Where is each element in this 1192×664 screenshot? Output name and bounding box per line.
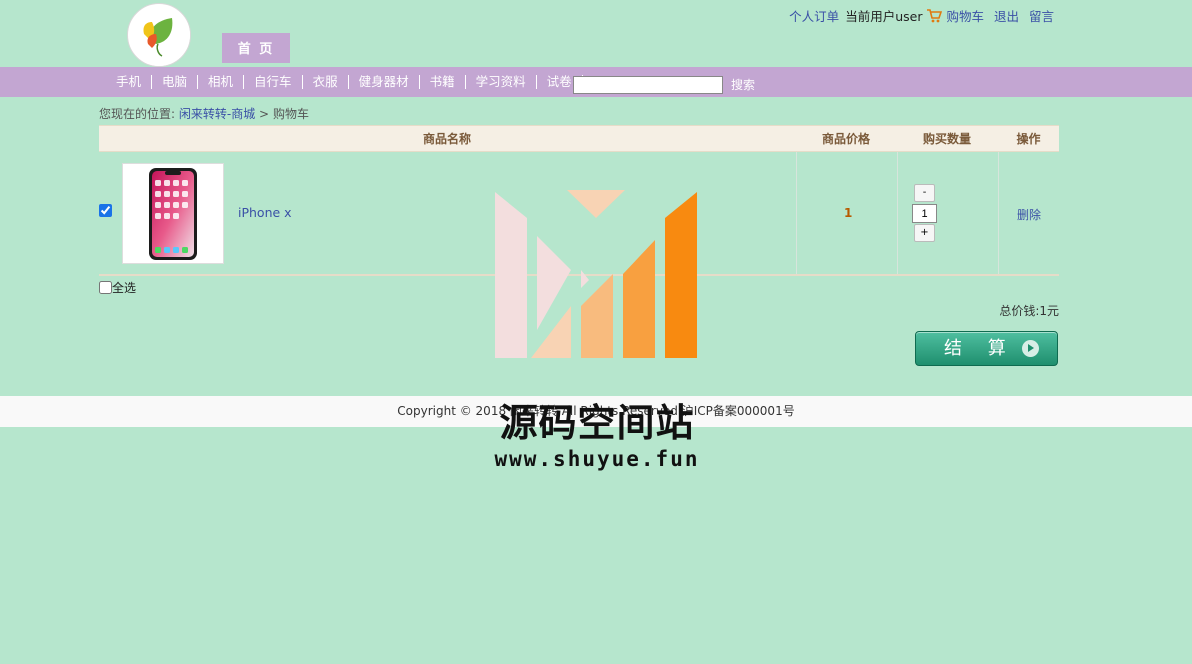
nav-item-bicycle[interactable]: 自行车 xyxy=(244,75,303,89)
delete-item-link[interactable]: 删除 xyxy=(1017,206,1041,223)
nav-item-study[interactable]: 学习资料 xyxy=(466,75,537,89)
cart-icon[interactable] xyxy=(926,8,943,23)
watermark-logo-icon xyxy=(495,190,697,358)
logout-link[interactable]: 退出 xyxy=(994,6,1019,25)
category-nav-bar: 手机 电脑 相机 自行车 衣服 健身器材 书籍 学习资料 试卷 搜索 xyxy=(0,67,1192,97)
header-price: 商品价格 xyxy=(821,132,870,146)
row-select-checkbox[interactable] xyxy=(99,204,112,217)
nav-item-clothes[interactable]: 衣服 xyxy=(303,75,349,89)
column-divider xyxy=(897,152,898,274)
top-user-links: 个人订单 当前用户user 购物车 退出 留言 xyxy=(789,6,1054,25)
select-all-checkbox[interactable] xyxy=(99,281,112,294)
breadcrumb: 您现在的位置: 闲来转转-商城 > 购物车 xyxy=(99,105,309,122)
nav-item-phone[interactable]: 手机 xyxy=(106,75,153,89)
orders-link[interactable]: 个人订单 xyxy=(789,6,839,25)
total-price: 总价钱:1元 xyxy=(999,304,1059,318)
nav-item-camera[interactable]: 相机 xyxy=(198,75,245,89)
quantity-input[interactable] xyxy=(912,204,937,223)
nav-item-books[interactable]: 书籍 xyxy=(420,75,466,89)
header-product-name: 商品名称 xyxy=(422,132,471,146)
breadcrumb-link-mall[interactable]: 闲来转转-商城 xyxy=(179,107,255,121)
header-action: 操作 xyxy=(1016,132,1041,146)
checkout-button[interactable]: 结 算 xyxy=(915,331,1058,366)
header-quantity: 购买数量 xyxy=(922,132,971,146)
watermark-url: www.shuyue.fun xyxy=(494,447,700,471)
category-list: 手机 电脑 相机 自行车 衣服 健身器材 书籍 学习资料 试卷 xyxy=(106,67,583,97)
select-all[interactable]: 全选 xyxy=(99,279,136,296)
column-divider xyxy=(998,152,999,274)
leaf-logo-icon xyxy=(129,5,190,66)
site-logo[interactable] xyxy=(127,3,191,67)
search-input[interactable] xyxy=(573,76,723,94)
column-divider xyxy=(796,152,797,274)
nav-item-computer[interactable]: 电脑 xyxy=(152,75,199,89)
tab-home[interactable]: 首 页 xyxy=(222,33,290,63)
phone-image-icon xyxy=(149,168,197,260)
product-price: 1 xyxy=(844,206,853,220)
quantity-decrease-button[interactable]: - xyxy=(914,184,935,202)
product-thumbnail[interactable] xyxy=(122,163,224,264)
search-button[interactable]: 搜索 xyxy=(731,77,755,93)
breadcrumb-separator: > xyxy=(259,107,270,121)
message-link[interactable]: 留言 xyxy=(1029,6,1054,25)
select-all-label: 全选 xyxy=(112,281,137,295)
breadcrumb-prefix: 您现在的位置: xyxy=(99,107,176,121)
breadcrumb-current: 购物车 xyxy=(272,107,309,121)
nav-item-fitness[interactable]: 健身器材 xyxy=(349,75,420,89)
product-name-link[interactable]: iPhone x xyxy=(238,205,292,220)
current-user-label: 当前用户user xyxy=(845,9,923,24)
cart-table-header: 商品名称 商品价格 购买数量 操作 xyxy=(99,125,1059,152)
play-arrow-icon xyxy=(1022,340,1039,357)
watermark-title: 源码空间站 xyxy=(499,401,695,445)
cart-link[interactable]: 购物车 xyxy=(946,6,984,25)
checkout-label: 结 算 xyxy=(944,338,1016,359)
quantity-increase-button[interactable]: + xyxy=(914,224,935,242)
